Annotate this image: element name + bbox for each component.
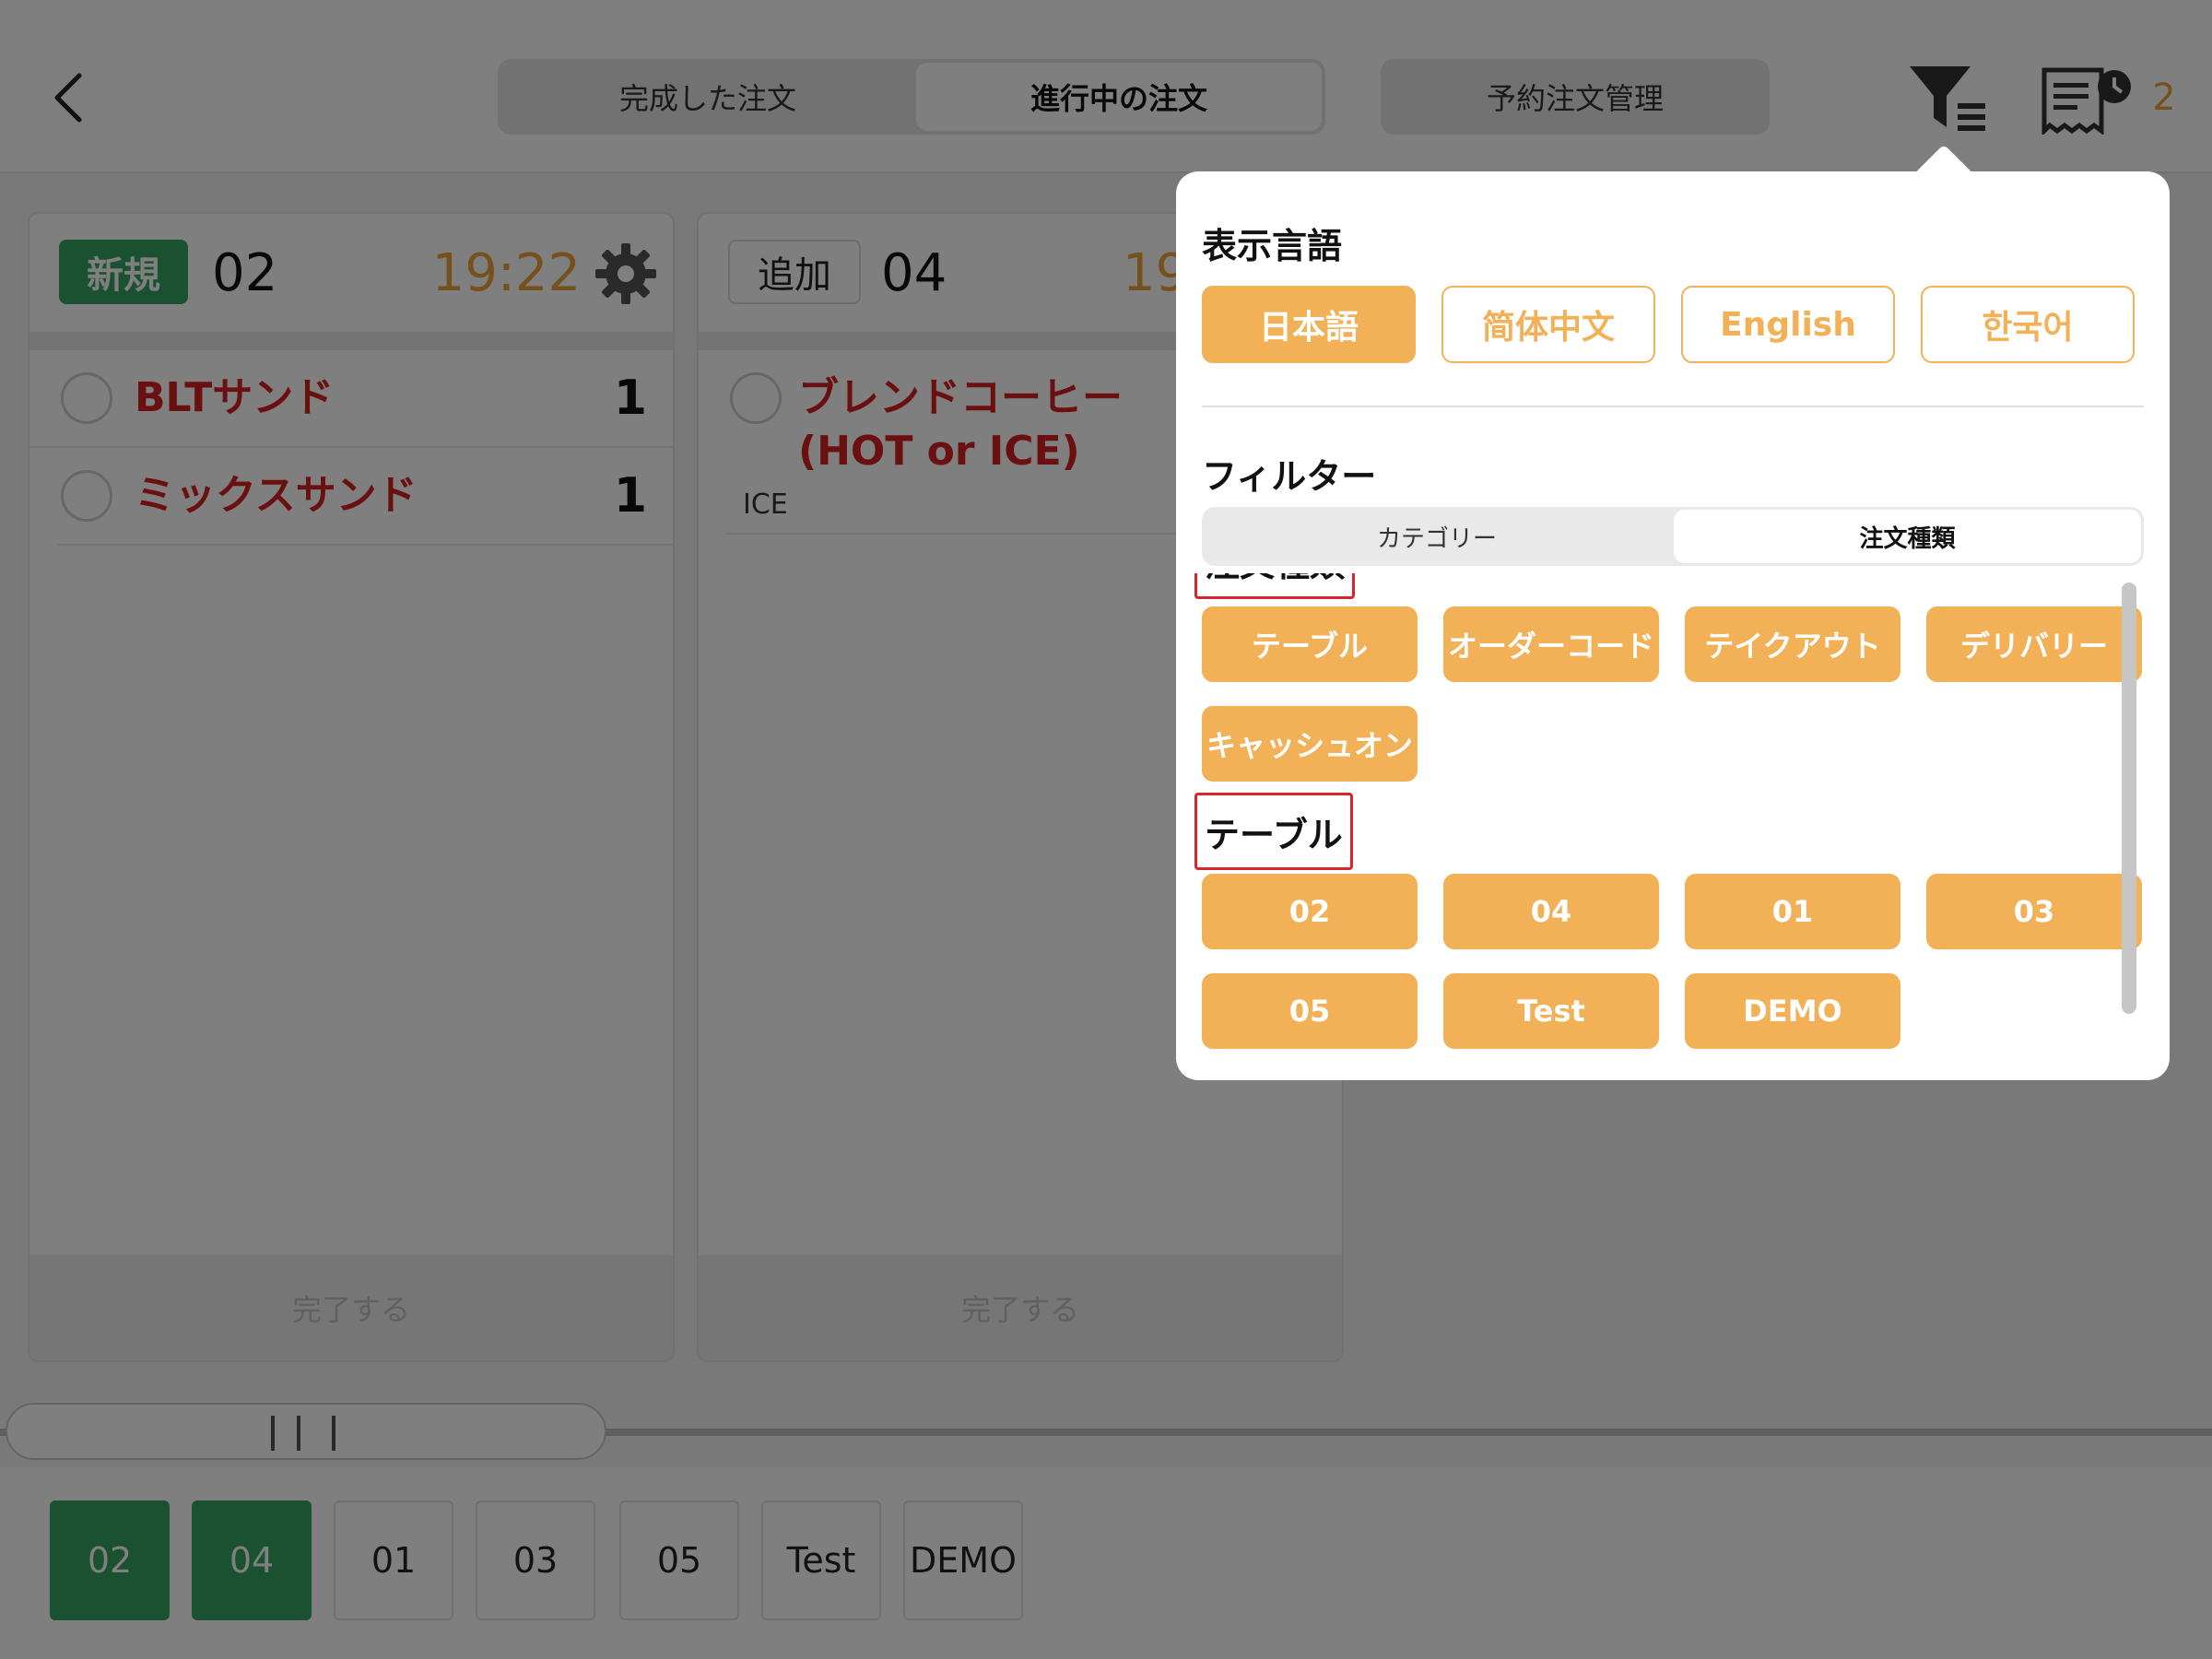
order-type-chip[interactable]: テーブル <box>1202 606 1418 682</box>
order-type-chip[interactable]: デリバリー <box>1926 606 2142 682</box>
language-option-english[interactable]: English <box>1681 286 1895 363</box>
table-chip[interactable]: 02 <box>1202 874 1418 949</box>
popover-divider <box>1202 406 2144 407</box>
table-chip[interactable]: 05 <box>1202 973 1418 1049</box>
table-section-title: テーブル <box>1194 793 1353 870</box>
table-chip[interactable]: 04 <box>1443 874 1659 949</box>
filter-options-scroll: 注文種類 テーブル オーダーコード テイクアウト デリバリー キャッシュオン テ… <box>1176 573 2170 1080</box>
table-chip[interactable]: Test <box>1443 973 1659 1049</box>
table-chip[interactable]: 01 <box>1685 874 1900 949</box>
vertical-scrollbar[interactable] <box>2122 582 2136 1014</box>
language-option-japanese[interactable]: 日本語 <box>1202 286 1416 363</box>
filter-popover: 表示言語 日本語 简体中文 English 한국어 フィルター カテゴリー 注文… <box>1176 171 2170 1080</box>
filter-heading: フィルター <box>1202 456 1377 497</box>
order-type-section-label: 注文種類 <box>1205 573 1345 586</box>
language-heading: 表示言語 <box>1202 226 1343 266</box>
filter-segmented-control: カテゴリー 注文種類 <box>1202 507 2144 566</box>
table-section-label: テーブル <box>1205 814 1343 855</box>
tab-category[interactable]: カテゴリー <box>1205 510 1669 563</box>
table-chip[interactable]: DEMO <box>1685 973 1900 1049</box>
order-type-section-title: 注文種類 <box>1194 573 1356 599</box>
table-chip[interactable]: 03 <box>1926 874 2142 949</box>
language-option-korean[interactable]: 한국어 <box>1921 286 2135 363</box>
tab-order-type[interactable]: 注文種類 <box>1674 510 2141 563</box>
order-type-chip[interactable]: キャッシュオン <box>1202 706 1418 782</box>
order-type-chip[interactable]: テイクアウト <box>1685 606 1900 682</box>
order-type-chip[interactable]: オーダーコード <box>1443 606 1659 682</box>
language-option-chinese[interactable]: 简体中文 <box>1441 286 1655 363</box>
